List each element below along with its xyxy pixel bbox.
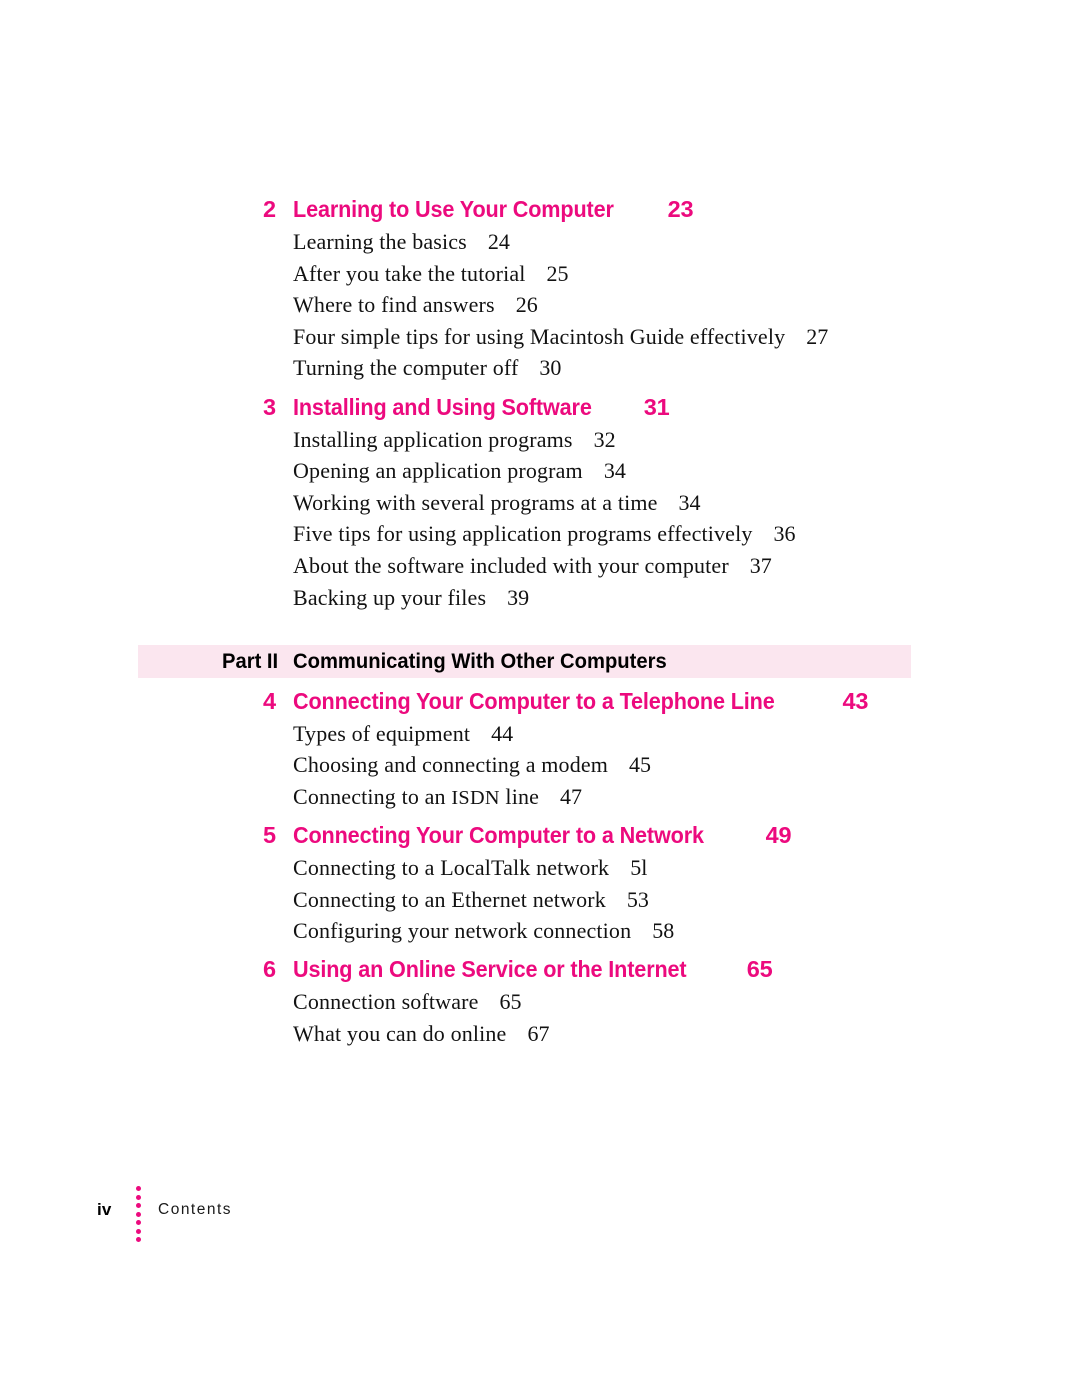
toc-entry[interactable]: Working with several programs at a time 3…: [293, 490, 701, 516]
toc-entry-label: Choosing and connecting a modem: [293, 752, 609, 778]
toc-entry-label: Types of equipment: [293, 720, 471, 746]
folio-number: iv: [97, 1200, 112, 1219]
rule-dot: [135, 1194, 141, 1200]
toc-entry-page-number: 24: [487, 229, 510, 254]
toc-entry[interactable]: Where to find answers 26: [293, 292, 538, 318]
toc-entry-page-number: 37: [749, 552, 772, 578]
toc-entry-page-number: 5l: [630, 854, 648, 880]
toc-entry[interactable]: Connecting to an Ethernet network 53: [293, 887, 649, 913]
toc-entry-page-number: 44: [491, 720, 514, 746]
toc-entry-page-number: 65: [499, 989, 522, 1015]
dotted-rule-decoration: [134, 1186, 142, 1242]
chapter-title: Connecting Your Computer to a Network: [293, 821, 704, 848]
toc-entry-page-number: 36: [773, 521, 796, 547]
rule-dot: [135, 1228, 141, 1234]
toc-entry-label: Opening an application program: [293, 458, 583, 484]
toc-entry-label: Connecting to a LocalTalk network: [293, 854, 610, 880]
chapter-heading[interactable]: 2 Learning to Use Your Computer 23: [263, 196, 694, 223]
toc-entry-label: Installing application programs: [293, 426, 573, 452]
chapter-title: Learning to Use Your Computer: [293, 196, 614, 222]
toc-entry-label: Turning the computer off: [293, 355, 519, 381]
toc-entry[interactable]: Four simple tips for using Macintosh Gui…: [293, 324, 828, 350]
toc-entry-label-part: line: [499, 783, 540, 809]
toc-entry-label: Where to find answers: [293, 292, 495, 318]
toc-entry-page-number: 67: [527, 1020, 550, 1046]
chapter-heading[interactable]: 4 Connecting Your Computer to a Telephone…: [263, 688, 868, 715]
toc-entry-page-number: 45: [629, 752, 652, 778]
toc-entry-label: Four simple tips for using Macintosh Gui…: [293, 323, 786, 349]
chapter-page-number: 49: [765, 821, 792, 848]
chapter-title: Using an Online Service or the Internet: [293, 956, 687, 983]
footer-section-label: Contents: [158, 1201, 233, 1218]
toc-entry-page-number: 30: [539, 355, 562, 381]
chapter-page-number: 65: [746, 956, 773, 983]
toc-entry-label: After you take the tutorial: [293, 260, 526, 286]
toc-entry-label: About the software included with your co…: [293, 552, 729, 578]
toc-entry[interactable]: Turning the computer off 30: [293, 355, 561, 381]
toc-entry-label: Five tips for using application programs…: [293, 521, 753, 547]
part-banner: Part II Communicating With Other Computer…: [138, 644, 911, 678]
toc-entry[interactable]: Connection software 65: [293, 989, 522, 1015]
rule-dot: [135, 1220, 141, 1225]
toc-entry-page-number: 27: [806, 323, 829, 349]
toc-entry[interactable]: Choosing and connecting a modem 45: [293, 752, 651, 778]
rule-dot: [135, 1203, 141, 1208]
toc-entry[interactable]: Installing application programs 32: [293, 427, 616, 453]
chapter-heading[interactable]: 5 Connecting Your Computer to a Network 49: [263, 821, 792, 849]
toc-page: 2 Learning to Use Your Computer 23 Learning…: [0, 0, 1080, 1397]
toc-entry-page-number: 34: [678, 489, 701, 515]
chapter-page-number: 31: [643, 393, 670, 420]
toc-entry-label: Configuring your network connection: [293, 918, 632, 944]
toc-entry[interactable]: After you take the tutorial 25: [293, 261, 569, 287]
toc-entry[interactable]: Connecting to an ISDN line 47: [293, 784, 582, 810]
chapter-number: 5: [263, 821, 276, 848]
toc-entry[interactable]: Opening an application program 34: [293, 458, 626, 484]
toc-entry-label-acronym: ISDN: [451, 786, 500, 809]
toc-entry-label: Learning the basics: [293, 229, 467, 254]
toc-entry-label-part: Connecting to an: [293, 783, 452, 809]
chapter-number: 2: [263, 196, 276, 222]
toc-entry[interactable]: What you can do online 67: [293, 1021, 549, 1047]
toc-entry-page-number: 26: [515, 292, 538, 318]
toc-entry-page-number: 25: [546, 260, 569, 286]
chapter-page-number: 43: [842, 687, 869, 714]
chapter-page-number: 23: [667, 196, 694, 222]
toc-entry-label: Connecting to an Ethernet network: [293, 886, 606, 912]
toc-entry-page-number: 32: [593, 426, 616, 452]
toc-entry-page-number: 34: [603, 458, 626, 484]
part-title: Communicating With Other Computers: [293, 648, 667, 673]
toc-entry-label: Backing up your files: [293, 584, 487, 610]
part-label: Part II: [222, 648, 279, 673]
chapter-number: 3: [263, 393, 276, 420]
rule-dot: [135, 1237, 141, 1242]
toc-entry[interactable]: Types of equipment 44: [293, 721, 513, 747]
toc-entry-label: Connecting to an ISDN line: [293, 784, 539, 810]
toc-entry-label: Connection software: [293, 989, 479, 1015]
chapter-number: 6: [263, 956, 276, 983]
page-footer: iv Contents: [0, 1186, 1080, 1246]
chapter-number: 4: [263, 687, 276, 714]
toc-entry[interactable]: Five tips for using application programs…: [293, 521, 796, 547]
chapter-heading[interactable]: 3 Installing and Using Software 31: [263, 394, 670, 421]
chapter-heading[interactable]: 6 Using an Online Service or the Internet…: [263, 956, 773, 983]
chapter-title: Installing and Using Software: [293, 393, 592, 420]
toc-entry[interactable]: Learning the basics 24: [293, 229, 510, 255]
toc-entry-page-number: 47: [560, 783, 583, 809]
toc-entry-page-number: 53: [626, 886, 649, 912]
toc-entry[interactable]: Configuring your network connection 58: [293, 918, 674, 944]
rule-dot: [135, 1211, 141, 1217]
toc-entry[interactable]: About the software included with your co…: [293, 553, 772, 579]
toc-entry[interactable]: Connecting to a LocalTalk network 5l: [293, 855, 647, 881]
toc-entry[interactable]: Backing up your files 39: [293, 585, 529, 611]
toc-entry-page-number: 58: [652, 918, 675, 944]
chapter-title: Connecting Your Computer to a Telephone …: [293, 687, 775, 714]
toc-entry-page-number: 39: [507, 584, 530, 610]
rule-dot: [135, 1186, 141, 1191]
toc-entry-label: What you can do online: [293, 1020, 507, 1046]
toc-entry-label: Working with several programs at a time: [293, 489, 658, 515]
